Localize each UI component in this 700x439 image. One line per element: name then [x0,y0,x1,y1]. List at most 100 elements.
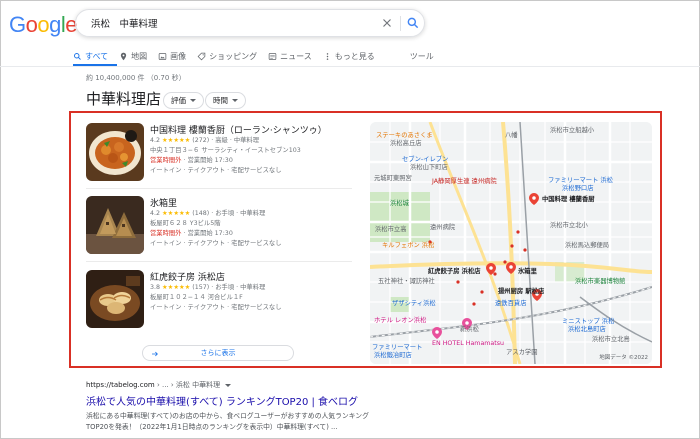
result-stats: 約 10,400,000 件 （0.70 秒） [86,74,186,82]
hours-status: 営業時間外 [150,157,182,164]
place-photo[interactable] [86,270,144,328]
chevron-down-icon [190,99,196,102]
place-services: イートイン · テイクアウト · 宅配サービスなし [150,240,282,247]
place-services: イートイン · テイクアウト · 宅配サービスなし [150,167,282,174]
place-photo[interactable] [86,123,144,181]
place-meta: · お手頃 · 中華料理 [209,284,266,291]
place-hours: 営業時間外 · 営業開始 17:30 [150,156,350,166]
hotel-pin-icon[interactable] [432,327,442,339]
rating-value: 3.8 [150,284,161,291]
tab-label: もっと見る [334,51,375,61]
place-info: 氷箱里 4.2 ★★★★★ (148) · お手頃 · 中華料理 板屋町６２８ … [150,196,350,249]
filter-rating-chip[interactable]: 評価 [163,92,204,109]
local-result-3[interactable]: 紅虎餃子房 浜松店 3.8 ★★★★★ (157) · お手頃 · 中華料理 板… [86,270,352,332]
map-label[interactable]: JA静岡厚生連 遠州病院 [432,178,497,185]
map-label: アスカ学園 [506,349,538,356]
tab-label: 画像 [170,51,187,61]
tab-label: 地図 [131,51,148,61]
star-rating-icon: ★★★★★ [162,284,191,291]
local-result-2[interactable]: 氷箱里 4.2 ★★★★★ (148) · お手頃 · 中華料理 板屋町６２８ … [86,196,352,258]
header-divider [0,66,700,67]
star-rating-icon: ★★★★★ [162,210,191,217]
map-label[interactable]: ザザシティ浜松 [392,300,436,307]
hours-status: 営業時間外 [150,230,182,237]
tab-all[interactable]: すべて [73,48,108,64]
search-box[interactable]: 浜松 中華料理 [75,9,425,37]
restaurant-pin-icon[interactable] [529,193,539,205]
map-label[interactable]: ファミリーマート 浜松 [548,177,613,184]
map-label[interactable]: 遠鉄百貨店 [495,300,526,307]
tab-more[interactable]: もっと見る [323,48,375,64]
restaurant-pin-icon[interactable] [506,262,516,274]
map-label: 浜松鍛冶町店 [374,352,412,359]
map-label: 元城町東照宮 [374,175,412,182]
tab-label: ツール [409,51,434,61]
local-result-1[interactable]: 中国料理 樓蘭香厨（ローラン·シャンツゥ） 4.2 ★★★★★ (272) · … [86,123,352,185]
place-name[interactable]: 紅虎餃子房 浜松店 [150,270,350,283]
map-label[interactable]: 浜松城 [390,200,409,207]
hours-detail: · 営業開始 17:30 [181,157,233,164]
map-label: 浜松市立北島 [592,336,630,343]
more-button-label: さらに表示 [200,349,236,357]
tab-shopping[interactable]: ショッピング [197,48,257,64]
news-icon [268,52,277,60]
map-label: 新浜松 [460,326,479,333]
search-input[interactable]: 浜松 中華料理 [91,16,158,30]
place-rating-line: 3.8 ★★★★★ (157) · お手頃 · 中華料理 [150,283,350,293]
place-meta: · お手頃 · 中華料理 [209,210,266,217]
map-label[interactable]: 紅虎餃子房 浜松店 [428,268,481,275]
place-photo[interactable] [86,196,144,254]
close-icon[interactable] [380,16,394,30]
tab-news[interactable]: ニュース [268,48,312,64]
map-label[interactable]: 氷箱里 [518,268,537,275]
rating-value: 4.2 [150,210,161,217]
map-label[interactable]: ミニストップ 浜松 [562,318,614,325]
map-label: 浜松山下町店 [410,164,448,171]
map-label: 浜松市立船越小 [550,127,595,134]
place-name[interactable]: 氷箱里 [150,196,350,209]
restaurant-pin-icon[interactable] [486,263,496,275]
chip-label: 評価 [171,96,186,105]
map-label[interactable]: ファミリーマート [372,344,422,351]
map-label: 浜松市立北小 [550,222,588,229]
place-meta: · 高級 · 中華料理 [209,137,260,144]
tab-images[interactable]: 画像 [158,48,186,64]
map-label[interactable]: 五社神社・諏訪神社 [378,278,435,285]
more-places-button[interactable]: さらに表示 [142,345,294,361]
map-label[interactable]: EN HOTEL Hamamatsu [432,340,504,347]
place-rating-line: 4.2 ★★★★★ (148) · お手頃 · 中華料理 [150,209,350,219]
place-name[interactable]: 中国料理 樓蘭香厨（ローラン·シャンツゥ） [150,123,350,136]
local-map[interactable]: ステーキのあさくま 浜松高丘店 八幡 浜松市立船越小 セブン-イレブン 浜松山下… [370,122,652,364]
map-label[interactable]: ステーキのあさくま [376,132,433,139]
url-domain: https://tabelog.com [86,381,155,389]
chevron-down-icon[interactable] [225,383,232,387]
map-label[interactable]: 中国料理 樓蘭香厨 [542,196,595,203]
place-hours: 営業時間外 · 営業開始 17:30 [150,229,350,239]
map-label[interactable]: キルフェボン 浜松 [382,242,434,249]
place-services: イートイン · テイクアウト · 宅配サービスなし [150,304,282,311]
filter-hours-chip[interactable]: 時間 [205,92,246,109]
result-divider [86,261,352,262]
map-label[interactable]: 浜松市楽器博物館 [575,278,625,285]
map-label[interactable]: ホテル レオン浜松 [374,317,426,324]
search-icon [74,52,81,60]
search-icon[interactable] [406,16,420,30]
local-pack-heading: 中華料理店 [86,90,162,108]
review-count: (157) [192,284,210,291]
place-address: 中央１丁目３−６ サーラシティ・イーストセブン103 [150,147,301,154]
tab-label: ショッピング [209,51,258,61]
map-label[interactable]: セブン-イレブン [402,156,448,163]
result-divider [86,188,352,189]
tag-icon [197,52,206,60]
review-count: (272) [192,137,210,144]
google-logo[interactable]: Google [9,12,78,38]
result-url[interactable]: https://tabelog.com › ... › 浜松 中華料理 [86,380,232,390]
result-snippet: TOP20を発表！（2022年1月1日時点のランキングを表示中）中華料理(すべて… [86,423,338,431]
tab-maps[interactable]: 地図 [119,48,147,64]
map-label[interactable]: 揚州厨房 駅松店 [498,288,544,295]
place-info: 中国料理 樓蘭香厨（ローラン·シャンツゥ） 4.2 ★★★★★ (272) · … [150,123,350,176]
tab-tools[interactable]: ツール [410,48,434,64]
result-title-link[interactable]: 浜松で人気の中華料理(すべて) ランキングTOP20 | 食べログ [86,393,358,408]
tab-label: ニュース [280,51,312,61]
more-icon [326,52,328,60]
